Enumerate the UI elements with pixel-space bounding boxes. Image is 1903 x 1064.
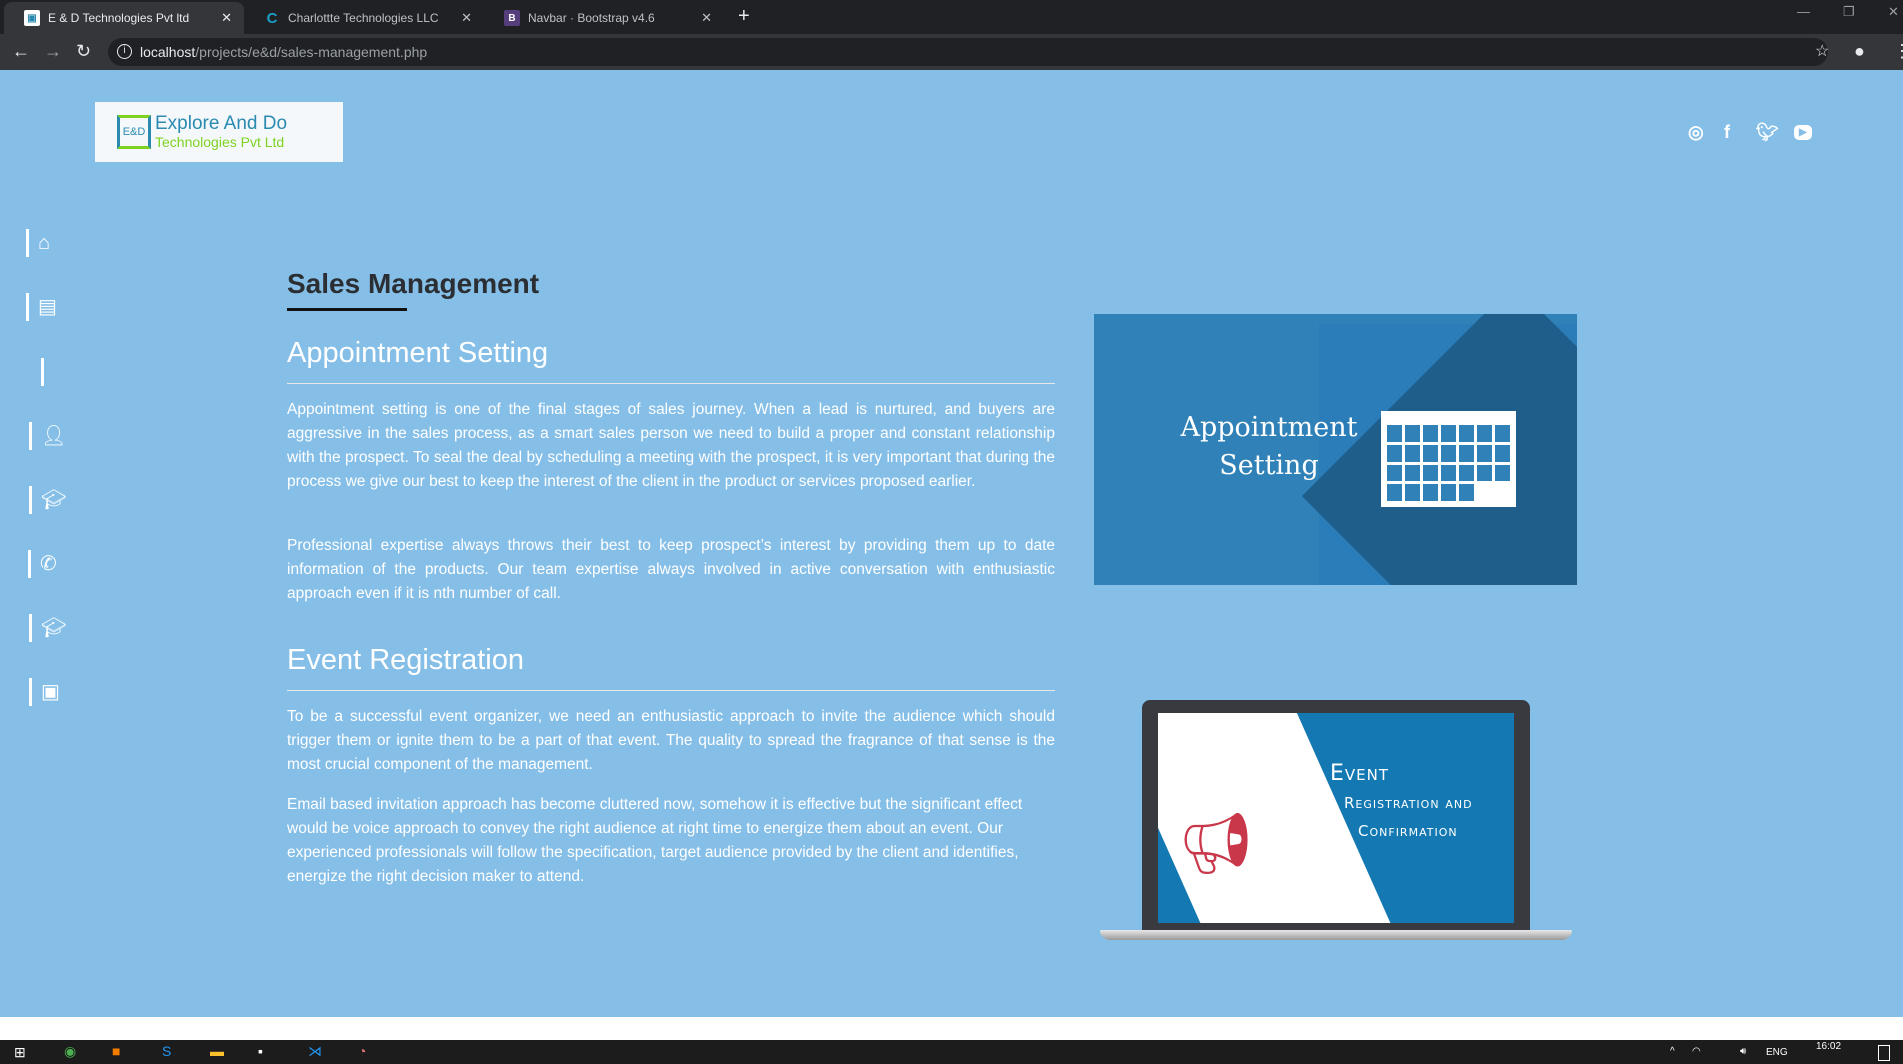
user-shield-icon: 👤︎ <box>41 425 67 447</box>
terminal-icon[interactable]: ▪ <box>258 1043 263 1059</box>
sidebar-item-about[interactable]: ▤ <box>26 293 66 323</box>
address-book-icon: ▣ <box>41 681 60 703</box>
forward-icon[interactable]: → <box>44 41 62 62</box>
sidebar-item-calls[interactable]: ✆ <box>28 550 68 580</box>
facebook-icon[interactable]: f <box>1724 122 1730 143</box>
wifi-icon[interactable]: ◠ <box>1692 1046 1701 1057</box>
image-text: Event <box>1330 761 1390 786</box>
image-text: Appointment <box>1180 412 1358 443</box>
close-tab-icon[interactable]: ✕ <box>701 10 712 26</box>
divider <box>287 690 1055 691</box>
tab-ed[interactable]: ▣ E & D Technologies Pvt ltd ✕ <box>4 2 244 34</box>
minimize-icon[interactable]: — <box>1797 4 1810 19</box>
paragraph: Professional expertise always throws the… <box>287 537 1055 602</box>
tab-charlotte[interactable]: C Charlottte Technologies LLC ✕ <box>244 2 484 34</box>
instagram-icon[interactable]: ◎ <box>1688 122 1704 143</box>
close-tab-icon[interactable]: ✕ <box>461 10 472 26</box>
volume-icon[interactable]: 🔊︎ <box>1740 1046 1746 1057</box>
favicon-icon: ▣ <box>24 10 40 26</box>
appointment-setting-image: Appointment Setting <box>1094 314 1577 585</box>
phone-volume-icon: ✆ <box>40 553 57 575</box>
skype-icon[interactable]: S <box>162 1043 171 1059</box>
image-text: Confirmation <box>1358 822 1458 840</box>
twitter-icon[interactable]: 🐦︎ <box>1756 122 1779 143</box>
youtube-icon[interactable]: ▶ <box>1794 125 1812 140</box>
company-logo[interactable]: E&D Explore And Do Technologies Pvt Ltd <box>95 102 343 162</box>
new-tab-icon[interactable]: + <box>738 5 750 28</box>
paragraph: To be a successful event organizer, we n… <box>287 708 1055 773</box>
bookmark-star-icon[interactable]: ☆ <box>1815 41 1829 61</box>
clock[interactable]: 16:02 <box>1816 1041 1841 1052</box>
calendar-icon <box>1381 411 1516 507</box>
event-registration-image: 📢︎ Event Registration and Confirmation <box>1100 700 1572 940</box>
sidebar-item-education[interactable]: 🎓︎ <box>29 614 69 644</box>
tab-strip: ▣ E & D Technologies Pvt ltd ✕ C Charlottte… <box>0 0 1903 34</box>
logo-line2: Technologies Pvt Ltd <box>155 134 285 150</box>
restore-icon[interactable]: ❐ <box>1843 4 1855 20</box>
sidebar-item-blank[interactable] <box>41 358 81 388</box>
vscode-icon[interactable]: ⋊ <box>308 1043 322 1060</box>
home-icon: ⌂ <box>38 232 51 254</box>
back-icon[interactable]: ← <box>12 41 30 62</box>
bootstrap-icon: B <box>504 10 520 26</box>
image-text: Setting <box>1219 450 1319 481</box>
chrome-icon[interactable]: ◉ <box>64 1043 76 1060</box>
taskbar: ⊞ ◉ ■ S ▬ ▪ ⋊ ◔ ^ ◠ 🔊︎ ENG 16:02 <box>0 1040 1903 1064</box>
tab-title: Charlottte Technologies LLC <box>288 11 439 25</box>
paragraph: Appointment setting is one of the final … <box>287 401 1055 490</box>
notifications-icon[interactable] <box>1878 1045 1890 1061</box>
menu-icon[interactable]: ⋮ <box>1893 41 1903 62</box>
file-explorer-icon[interactable]: ▬ <box>210 1043 224 1059</box>
profile-icon[interactable]: ● <box>1854 41 1865 62</box>
tab-title: E & D Technologies Pvt ltd <box>48 11 190 25</box>
logo-line1: Explore And Do <box>155 113 288 134</box>
main-content: Sales Management Appointment Setting App… <box>287 262 1055 889</box>
url-input[interactable]: i localhost/projects/e&d/sales-management… <box>108 38 1828 66</box>
tab-title: Navbar · Bootstrap v4.6 <box>528 11 655 25</box>
divider <box>287 383 1055 384</box>
graduate-icon: 🎓︎ <box>41 617 67 639</box>
xampp-icon[interactable]: ■ <box>112 1043 120 1059</box>
paragraph: Email based invitation approach has beco… <box>287 796 1023 885</box>
id-card-icon: ▤ <box>38 296 57 318</box>
url-path: /projects/e&d/sales-management.php <box>195 44 428 60</box>
section-heading: Event Registration <box>287 644 524 676</box>
section-heading: Appointment Setting <box>287 337 549 369</box>
megaphone-icon: 📢︎ <box>1178 810 1255 877</box>
sidebar-item-home[interactable]: ⌂ <box>26 229 66 259</box>
tray-chevron-icon[interactable]: ^ <box>1670 1046 1675 1057</box>
address-bar-row: ← → ↻ i localhost/projects/e&d/sales-mana… <box>0 34 1903 70</box>
sidebar-item-security[interactable]: 👤︎ <box>29 422 69 452</box>
page-title: Sales Management <box>287 268 540 299</box>
sidebar-item-training[interactable]: 🎓︎ <box>29 486 69 516</box>
graduate-icon: 🎓︎ <box>41 489 67 511</box>
sidebar-item-contacts[interactable]: ▣ <box>29 678 69 708</box>
close-window-icon[interactable]: ✕ <box>1888 4 1899 20</box>
close-tab-icon[interactable]: ✕ <box>221 10 232 26</box>
app-icon[interactable]: ◔ <box>358 1043 366 1059</box>
language-indicator[interactable]: ENG <box>1766 1047 1788 1058</box>
page-footer-gap <box>0 1017 1903 1040</box>
favicon-icon: C <box>266 9 278 27</box>
image-text: Registration and <box>1344 794 1473 812</box>
url-host: localhost <box>140 44 196 60</box>
title-underline <box>287 308 407 311</box>
logo-mark: E&D <box>117 115 151 149</box>
windows-start-icon[interactable]: ⊞ <box>14 1044 26 1061</box>
reload-icon[interactable]: ↻ <box>76 41 91 62</box>
info-icon[interactable]: i <box>117 44 132 59</box>
tab-bootstrap[interactable]: B Navbar · Bootstrap v4.6 ✕ <box>484 2 724 34</box>
